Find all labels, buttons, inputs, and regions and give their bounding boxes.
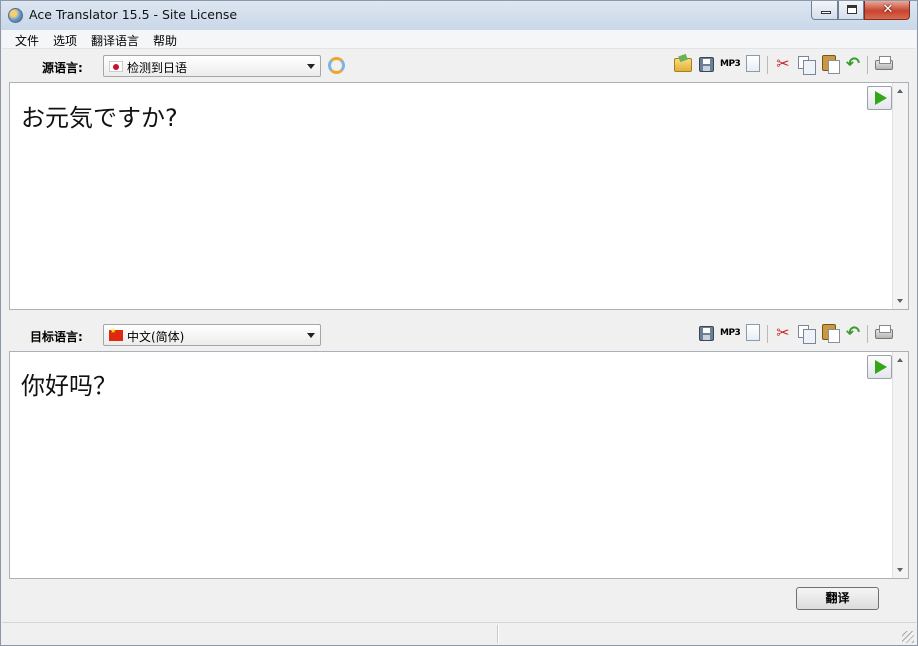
target-text-area[interactable]: 你好吗？ <box>9 351 909 579</box>
toolbar-divider <box>867 325 868 343</box>
source-language-select[interactable]: 检测到日语 <box>103 55 321 77</box>
close-button[interactable]: ✕ <box>864 1 910 20</box>
source-language-row: 源语言: 检测到日语 MP3 ✂ ↶ <box>2 51 916 81</box>
copy-icon[interactable] <box>798 325 816 344</box>
minimize-icon <box>821 11 831 14</box>
save-icon[interactable] <box>699 326 714 341</box>
menu-bar: 文件 选项 翻译语言 帮助 <box>2 30 916 49</box>
resize-grip-icon[interactable] <box>902 631 914 643</box>
open-folder-icon[interactable] <box>674 58 692 72</box>
toolbar-divider <box>867 56 868 74</box>
cut-icon[interactable]: ✂ <box>774 324 792 342</box>
speak-source-button[interactable] <box>867 86 892 110</box>
source-language-value: 检测到日语 <box>127 61 188 75</box>
globe-icon <box>8 8 23 23</box>
print-icon[interactable] <box>875 325 893 339</box>
print-icon[interactable] <box>875 56 893 70</box>
chevron-down-icon <box>307 64 315 69</box>
speak-target-button[interactable] <box>867 355 892 379</box>
status-divider <box>497 625 499 643</box>
source-language-label: 源语言: <box>42 61 83 75</box>
scroll-up-icon[interactable] <box>897 89 903 93</box>
status-bar <box>2 622 916 645</box>
target-language-label: 目标语言: <box>30 330 83 344</box>
menu-file[interactable]: 文件 <box>12 32 42 49</box>
maximize-button[interactable] <box>838 1 864 20</box>
undo-icon[interactable]: ↶ <box>844 55 862 73</box>
japan-flag-icon <box>109 61 123 72</box>
close-icon: ✕ <box>882 2 894 17</box>
swap-languages-icon[interactable] <box>328 57 345 74</box>
title-bar[interactable]: Ace Translator 15.5 - Site License ✕ <box>1 1 917 30</box>
chevron-down-icon <box>307 333 315 338</box>
scroll-down-icon[interactable] <box>897 568 903 572</box>
cut-icon[interactable]: ✂ <box>774 55 792 73</box>
new-document-icon[interactable] <box>746 55 760 72</box>
source-toolbar: MP3 ✂ ↶ <box>674 55 914 77</box>
play-icon <box>875 91 887 105</box>
menu-options[interactable]: 选项 <box>50 32 80 49</box>
paste-icon[interactable] <box>822 55 840 74</box>
undo-icon[interactable]: ↶ <box>844 324 862 342</box>
new-document-icon[interactable] <box>746 324 760 341</box>
target-text: 你好吗？ <box>21 372 117 400</box>
translate-button[interactable]: 翻译 <box>796 587 879 610</box>
china-flag-icon <box>109 327 123 341</box>
target-language-value: 中文(简体) <box>127 330 185 344</box>
mp3-button[interactable]: MP3 <box>720 324 741 342</box>
copy-icon[interactable] <box>798 56 816 75</box>
source-scrollbar[interactable] <box>892 83 908 309</box>
toolbar-divider <box>767 325 768 343</box>
minimize-button[interactable] <box>811 1 838 20</box>
app-window: Ace Translator 15.5 - Site License ✕ 文件 … <box>0 0 918 646</box>
target-language-row: 目标语言: 中文(简体) MP3 ✂ ↶ <box>2 320 916 350</box>
maximize-icon <box>847 5 857 14</box>
scroll-up-icon[interactable] <box>897 358 903 362</box>
source-text-area[interactable]: お元気ですか? <box>9 82 909 310</box>
source-text: お元気ですか? <box>21 104 178 132</box>
paste-icon[interactable] <box>822 324 840 343</box>
toolbar-divider <box>767 56 768 74</box>
menu-help[interactable]: 帮助 <box>150 32 180 49</box>
target-scrollbar[interactable] <box>892 352 908 578</box>
save-icon[interactable] <box>699 57 714 72</box>
window-title: Ace Translator 15.5 - Site License <box>29 7 238 22</box>
target-toolbar: MP3 ✂ ↶ <box>699 324 914 346</box>
scroll-down-icon[interactable] <box>897 299 903 303</box>
mp3-button[interactable]: MP3 <box>720 55 741 73</box>
play-icon <box>875 360 887 374</box>
target-language-select[interactable]: 中文(简体) <box>103 324 321 346</box>
menu-translate-language[interactable]: 翻译语言 <box>88 32 142 49</box>
